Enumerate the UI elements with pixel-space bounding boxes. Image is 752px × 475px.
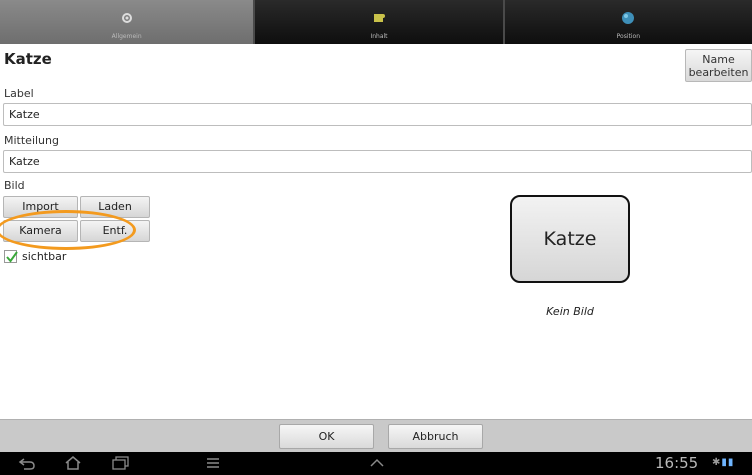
- ok-button[interactable]: OK: [279, 424, 374, 449]
- clock: 16:55: [655, 454, 699, 472]
- tab-position[interactable]: Position: [502, 0, 752, 44]
- tab-content-label: Inhalt: [370, 33, 388, 40]
- image-caption: Bild: [4, 179, 25, 192]
- gear-icon: [121, 13, 132, 23]
- dialog-button-bar: OK Abbruch: [0, 419, 752, 452]
- visible-checkbox[interactable]: [4, 250, 18, 263]
- puzzle-icon: [373, 14, 385, 22]
- back-icon[interactable]: [18, 456, 36, 470]
- home-icon[interactable]: [64, 456, 82, 470]
- tab-general[interactable]: Allgemein: [0, 0, 254, 44]
- no-image-caption: Kein Bild: [546, 305, 594, 318]
- system-nav-bar: 16:55 ✱▮▮: [0, 452, 752, 475]
- preview-button: Katze: [510, 195, 630, 283]
- label-input[interactable]: Katze: [3, 103, 752, 126]
- bluetooth-icon: ✱: [712, 457, 722, 468]
- page-title: Katze: [4, 50, 52, 68]
- recent-apps-icon[interactable]: [112, 456, 130, 470]
- tab-position-label: Position: [616, 33, 641, 40]
- menu-icon[interactable]: [205, 456, 221, 470]
- preview-text: Katze: [543, 228, 597, 250]
- checkmark-icon: [6, 251, 18, 263]
- battery-icon: ▮: [727, 457, 735, 468]
- label-caption: Label: [4, 87, 34, 100]
- chevron-up-icon[interactable]: [368, 456, 386, 470]
- globe-icon: [622, 12, 635, 24]
- tab-general-label: Allgemein: [111, 33, 142, 40]
- rename-button[interactable]: Name bearbeiten: [685, 49, 752, 82]
- message-input[interactable]: Katze: [3, 150, 752, 173]
- cancel-button[interactable]: Abbruch: [388, 424, 483, 449]
- tab-bar: Allgemein Inhalt Position: [0, 0, 752, 44]
- message-caption: Mitteilung: [4, 134, 59, 147]
- camera-highlight-ring: [0, 210, 136, 250]
- status-icons: ✱▮▮: [712, 457, 734, 468]
- visible-checkbox-label: sichtbar: [22, 250, 67, 263]
- tab-content[interactable]: Inhalt: [253, 0, 503, 44]
